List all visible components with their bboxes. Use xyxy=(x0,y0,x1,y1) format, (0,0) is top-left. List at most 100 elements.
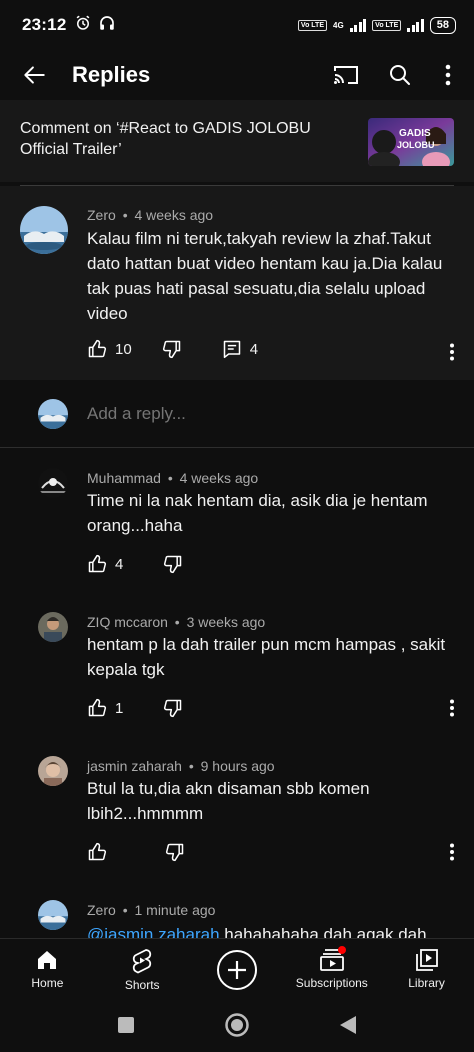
alarm-icon xyxy=(74,14,92,37)
thumbs-down-icon xyxy=(165,843,184,862)
reply-text: @jasmin zaharah hahahahaha dah agak dah xyxy=(87,922,457,938)
thumbnail-title-line-2: JOLOBU xyxy=(397,140,435,150)
like-count: 10 xyxy=(115,340,132,358)
reply-meta: ZIQ mccaron • 3 weeks ago xyxy=(87,614,266,630)
home-button-icon[interactable] xyxy=(224,1012,250,1043)
comment-time: 4 weeks ago xyxy=(134,207,214,223)
system-nav xyxy=(0,1002,474,1052)
signal-icon-2 xyxy=(407,18,424,32)
reply-time: 3 weeks ago xyxy=(186,614,266,630)
nav-label: Shorts xyxy=(124,978,160,992)
nav-subscriptions[interactable]: Subscriptions xyxy=(284,939,379,1002)
reply-author[interactable]: Muhammad xyxy=(87,470,161,486)
app-bar-actions xyxy=(328,57,460,93)
battery-indicator: 58 xyxy=(429,16,456,34)
thumbs-up-icon xyxy=(88,554,107,573)
reply-actions: 1 xyxy=(87,698,183,718)
like-button[interactable]: 1 xyxy=(87,698,123,718)
volte-badge-2: Vo LTE xyxy=(372,19,402,31)
thumbs-down-icon xyxy=(162,340,180,359)
reply-input[interactable] xyxy=(87,404,447,424)
reply-actions: 4 xyxy=(87,554,183,574)
shorts-icon xyxy=(133,949,152,974)
main-comment: Zero • 4 weeks ago Kalau film ni teruk,t… xyxy=(0,186,474,380)
nav-home[interactable]: Home xyxy=(0,939,95,1002)
comment-actions: 10 4 xyxy=(87,339,258,359)
dislike-button[interactable] xyxy=(165,842,185,862)
comment-more-icon[interactable] xyxy=(440,338,464,366)
volte-badge-1: Vo LTE xyxy=(297,19,327,31)
comment-text: Kalau film ni teruk,takyah review la zha… xyxy=(87,229,443,323)
status-icons-left xyxy=(74,14,116,37)
like-count: 1 xyxy=(115,699,124,717)
dislike-button[interactable] xyxy=(163,698,183,718)
reply-author[interactable]: jasmin zaharah xyxy=(87,758,182,774)
nav-library[interactable]: Library xyxy=(379,939,474,1002)
reply-more-icon[interactable] xyxy=(440,838,464,866)
create-icon xyxy=(216,950,257,990)
nav-label: Library xyxy=(408,976,445,990)
like-button[interactable]: 10 xyxy=(87,339,132,359)
reply-meta: jasmin zaharah • 9 hours ago xyxy=(87,758,275,774)
reply-time: 1 minute ago xyxy=(134,902,216,918)
status-bar: 23:12 Vo LTE 4G Vo LTE 58 xyxy=(0,0,474,50)
reply-more-icon[interactable] xyxy=(440,694,464,722)
nav-label: Subscriptions xyxy=(295,976,368,990)
comment-icon xyxy=(223,340,240,359)
reply-meta: Zero • 1 minute ago xyxy=(87,902,216,918)
status-time: 23:12 xyxy=(22,15,67,34)
status-icons-right: Vo LTE 4G Vo LTE 58 xyxy=(297,16,456,34)
nav-label: Home xyxy=(31,976,64,990)
thumbs-down-icon xyxy=(164,699,182,718)
avatar[interactable] xyxy=(20,206,68,254)
context-title: Comment on ‘#React to GADIS JOLOBU Offic… xyxy=(20,120,311,158)
like-button[interactable] xyxy=(87,842,115,862)
avatar[interactable] xyxy=(38,468,68,498)
reply-count: 4 xyxy=(249,340,259,358)
reply-author[interactable]: ZIQ mccaron xyxy=(87,614,168,630)
page-title: Replies xyxy=(72,62,151,87)
avatar[interactable] xyxy=(38,900,68,930)
recents-icon[interactable] xyxy=(116,1015,136,1040)
comment-author[interactable]: Zero xyxy=(87,207,116,223)
bottom-nav: Home Shorts Subscriptions Library xyxy=(0,938,474,1002)
back-button-icon[interactable] xyxy=(338,1014,358,1041)
dislike-button[interactable] xyxy=(162,339,182,359)
headphones-icon xyxy=(98,14,116,37)
reply-item: Zero • 1 minute ago @jasmin zaharah haha… xyxy=(0,881,474,938)
thumbs-up-icon xyxy=(88,339,107,358)
replies-button[interactable]: 4 xyxy=(222,339,258,359)
reply-item: Muhammad • 4 weeks ago Time ni la nak he… xyxy=(0,449,474,593)
thumbs-up-icon xyxy=(88,698,107,717)
app-bar: Replies xyxy=(0,50,474,100)
cast-icon[interactable] xyxy=(328,57,364,93)
notification-dot xyxy=(337,946,346,954)
avatar[interactable] xyxy=(38,756,68,786)
like-count: 4 xyxy=(115,555,124,573)
reply-time: 9 hours ago xyxy=(200,758,275,774)
signal-icon xyxy=(349,18,367,32)
like-button[interactable]: 4 xyxy=(87,554,123,574)
reply-text: hentam p la dah trailer pun mcm hampas ,… xyxy=(87,635,446,679)
nav-create[interactable] xyxy=(190,939,285,1002)
thumbnail-title-line-1: GADIS xyxy=(399,128,431,139)
back-arrow-icon[interactable] xyxy=(16,57,52,93)
more-vert-icon[interactable] xyxy=(436,57,460,93)
nav-shorts[interactable]: Shorts xyxy=(95,939,190,1002)
reply-text: Time ni la nak hentam dia, asik dia je h… xyxy=(87,491,428,535)
reply-text: Btul la tu,dia akn disaman sbb komen lbi… xyxy=(87,779,370,823)
network-type: 4G xyxy=(333,20,344,30)
reply-meta: Muhammad • 4 weeks ago xyxy=(87,470,259,486)
my-avatar xyxy=(38,399,68,429)
mention-link[interactable]: @jasmin zaharah xyxy=(87,925,220,938)
reply-actions xyxy=(87,842,185,862)
home-icon xyxy=(38,951,57,969)
avatar[interactable] xyxy=(38,612,68,642)
reply-author[interactable]: Zero xyxy=(87,902,116,918)
video-thumbnail[interactable]: GADIS JOLOBU xyxy=(368,118,454,166)
search-icon[interactable] xyxy=(382,57,418,93)
dislike-button[interactable] xyxy=(163,554,183,574)
thumbs-down-icon xyxy=(164,555,182,574)
reply-item: jasmin zaharah • 9 hours ago Btul la tu,… xyxy=(0,737,474,881)
comment-context-header[interactable]: Comment on ‘#React to GADIS JOLOBU Offic… xyxy=(0,100,474,182)
